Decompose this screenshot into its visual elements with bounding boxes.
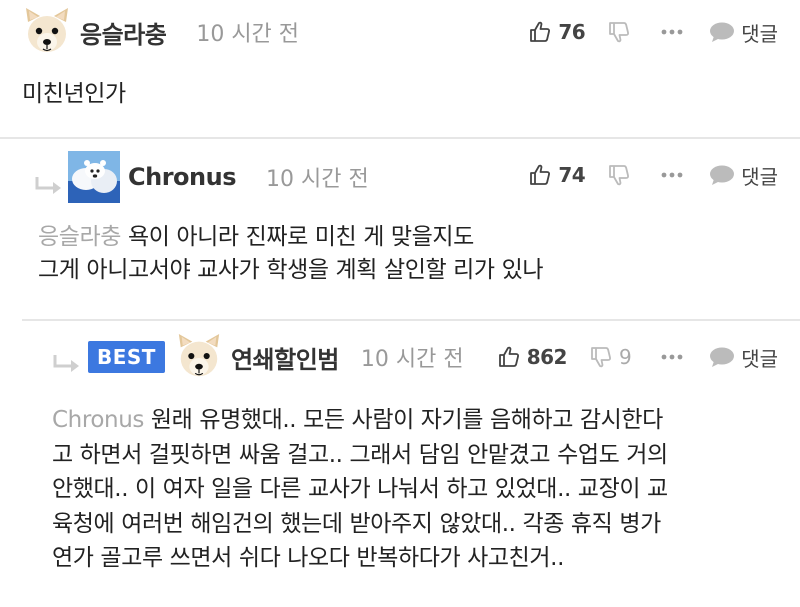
like-count: 862	[526, 345, 568, 369]
comment-text: 육청에 여러번 해임건의 했는데 받아주지 않았대.. 각종 휴직 병가	[52, 510, 661, 537]
comment-time: 10 시간 전	[265, 167, 369, 192]
dislike-button[interactable]	[607, 163, 631, 187]
dog-avatar-icon[interactable]	[22, 8, 72, 56]
comment-author[interactable]: 응슬라충	[80, 15, 167, 50]
dislike-button[interactable]: 9	[589, 345, 632, 369]
dislike-count: 9	[618, 345, 632, 369]
reply-label: 댓글	[741, 21, 778, 46]
dog-avatar-icon[interactable]	[175, 333, 223, 381]
comment-text: 연가 골고루 쓰면서 쉬다 나오다 반복하다가 사고친거..	[52, 545, 565, 571]
reply-button[interactable]: 댓글	[709, 343, 778, 372]
reply-button[interactable]: 댓글	[709, 161, 778, 190]
more-button[interactable]	[661, 28, 683, 36]
reply-arrow-icon	[35, 177, 61, 194]
more-icon	[661, 172, 683, 178]
thumbs-down-icon	[609, 165, 630, 186]
thumbs-down-icon	[591, 347, 611, 368]
comment-time: 10 시간 전	[196, 22, 300, 47]
like-count: 76	[558, 20, 586, 44]
polar-bear-avatar-icon[interactable]	[68, 151, 120, 203]
more-button[interactable]	[661, 171, 683, 179]
comment-1: 응슬라충 10 시간 전 76 댓글 미친년인가	[0, 0, 800, 138]
comment-text: 미친년인가	[22, 81, 126, 107]
comment-time: 10 시간 전	[360, 347, 464, 372]
best-badge: BEST	[88, 341, 165, 373]
speech-bubble-icon	[710, 22, 735, 42]
reply-button[interactable]: 댓글	[709, 18, 778, 47]
like-button[interactable]: 76	[528, 20, 586, 44]
comment-text: 그게 아니고서야 교사가 학생을 계획 살인할 리가 있나	[38, 257, 544, 283]
reply-arrow-icon	[53, 355, 79, 372]
thumbs-up-icon	[498, 346, 519, 367]
dislike-button[interactable]	[607, 20, 631, 44]
reply-label: 댓글	[741, 164, 778, 189]
mention[interactable]: Chronus	[52, 407, 144, 433]
comment-3: BEST 연쇄할인범 10 시간 전 862 9 댓글 Chronus 원래 유…	[0, 321, 800, 607]
more-icon	[661, 354, 683, 360]
mention[interactable]: 응슬라충	[38, 224, 121, 250]
like-button[interactable]: 862	[497, 345, 567, 369]
speech-bubble-icon	[710, 347, 735, 367]
comment-body: 응슬라충 욕이 아니라 진짜로 미친 게 맞을지도 그게 아니고서야 교사가 학…	[38, 221, 544, 287]
comment-text: 원래 유명했대.. 모든 사람이 자기를 음해하고 감시한다	[150, 407, 663, 433]
comment-body: Chronus 원래 유명했대.. 모든 사람이 자기를 음해하고 감시한다 고…	[52, 403, 668, 576]
comment-text: 욕이 아니라 진짜로 미친 게 맞을지도	[127, 224, 474, 250]
more-button[interactable]	[661, 353, 683, 361]
comment-text: 안했대.. 이 여자 일을 다른 교사가 나눠서 하고 있었대.. 교장이 교	[52, 476, 668, 502]
thumbs-up-icon	[530, 164, 551, 185]
comment-body: 미친년인가	[22, 78, 126, 111]
thumbs-down-icon	[609, 22, 630, 43]
comment-author[interactable]: Chronus	[128, 163, 236, 191]
thumbs-up-icon	[530, 21, 551, 42]
like-count: 74	[558, 163, 586, 187]
speech-bubble-icon	[710, 165, 735, 185]
like-button[interactable]: 74	[528, 163, 586, 187]
comment-2: Chronus 10 시간 전 74 댓글 응슬라충 욕이 아니라 진짜로 미친…	[0, 139, 800, 319]
more-icon	[661, 29, 683, 35]
comment-author[interactable]: 연쇄할인범	[231, 340, 339, 375]
comment-text: 고 하면서 걸핏하면 싸움 걸고.. 그래서 담임 안맡겼고 수업도 거의	[52, 441, 668, 468]
reply-label: 댓글	[741, 346, 778, 371]
